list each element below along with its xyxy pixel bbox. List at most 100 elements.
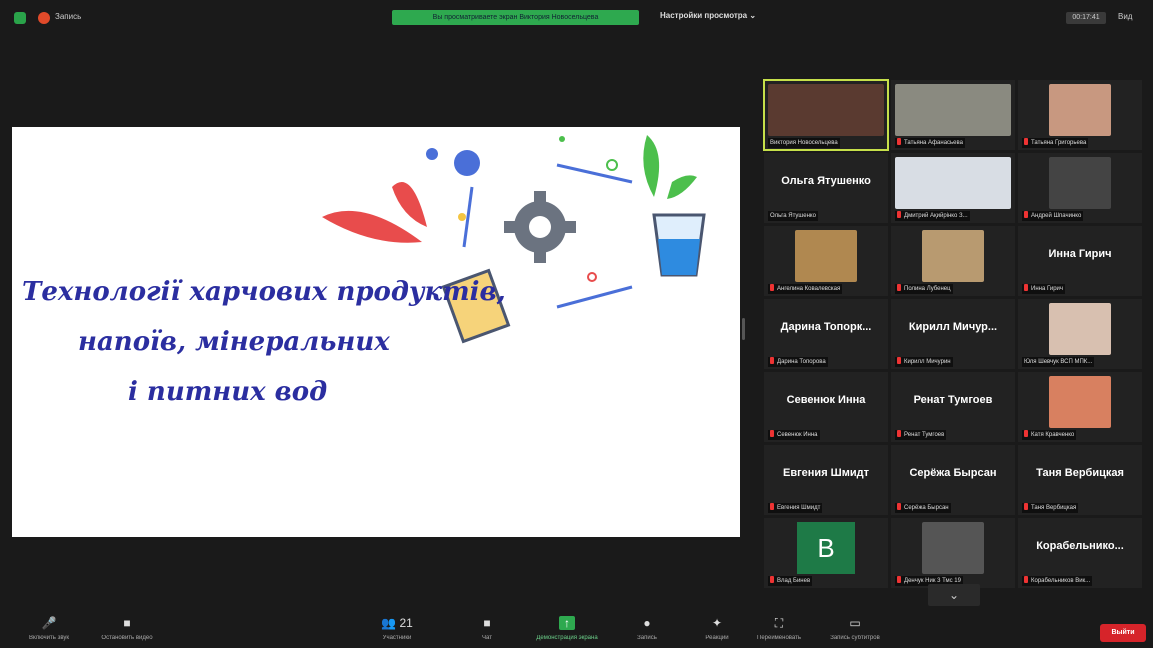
participant-name-label: Кирилл Мичурин (895, 357, 953, 367)
green-leaf-small (667, 175, 697, 199)
participant-name-text: Ольга Ятушенко (770, 213, 816, 219)
participant-tile[interactable]: Евгения Шмидт Евгения Шмидт (764, 445, 888, 515)
participant-name-label: Инна Гирич (1022, 284, 1066, 294)
participant-tile[interactable]: Севенюк Инна Севенюк Инна (764, 372, 888, 442)
security-shield-icon[interactable] (14, 12, 26, 24)
participant-display-name: Ольга Ятушенко (781, 175, 871, 187)
toolbar-button-rename[interactable]: ⛶ Переименовать (740, 616, 818, 646)
participant-tile[interactable]: Андрей Шпачинко (1018, 153, 1142, 223)
participant-name-label: Дарина Топорова (768, 357, 828, 367)
participant-video (1049, 376, 1111, 428)
participant-name-label: Дмитрий Ақийрінко З... (895, 211, 970, 221)
mic-muted-icon (1024, 503, 1028, 510)
mic-muted-icon: 🎤 (10, 616, 88, 630)
mic-muted-icon (897, 211, 901, 218)
toolbar-button-label: Включить звук (28, 635, 69, 641)
participant-tile[interactable]: Корабельнико... Корабельников Вик... (1018, 518, 1142, 588)
video-camera-icon-glyph: ■ (123, 616, 131, 630)
participant-display-name: Евгения Шмидт (782, 467, 869, 479)
participant-video (768, 84, 884, 136)
participants-icon-glyph: 👥 21 (381, 616, 413, 630)
panel-resize-handle[interactable] (742, 318, 745, 340)
gallery-scroll-down-icon[interactable]: ⌄ (928, 584, 980, 606)
participant-tile[interactable]: Полина Лубенец (891, 226, 1015, 296)
participant-tile[interactable]: Ольга Ятушенко Ольга Ятушенко (764, 153, 888, 223)
participant-tile[interactable]: Ангелина Ковалевская (764, 226, 888, 296)
participant-tile[interactable]: Дарина Топорк... Дарина Топорова (764, 299, 888, 369)
mic-muted-icon (897, 430, 901, 437)
mic-muted-icon (770, 576, 774, 583)
blue-dot-small (426, 148, 438, 160)
participant-tile[interactable]: Инна Гирич Инна Гирич (1018, 226, 1142, 296)
participant-tile[interactable]: Серёжа Бырсан Серёжа Бырсан (891, 445, 1015, 515)
record-icon-glyph: ● (643, 616, 651, 630)
mic-muted-icon (897, 357, 901, 364)
participant-name-text: Андрей Шпачинко (1031, 213, 1082, 219)
participant-video (1049, 157, 1111, 209)
toolbar-button-chat[interactable]: ■ Чат (448, 616, 526, 646)
slide-title-line2: напоїв, мінеральних (78, 327, 390, 357)
toolbar-button-share-screen[interactable]: ↑ Демонстрация экрана (528, 616, 606, 646)
toolbar-button-participants[interactable]: 👥 21 Участники (358, 616, 436, 646)
participant-tile[interactable]: Таня Вербицкая Таня Вербицкая (1018, 445, 1142, 515)
participant-name-text: Кирилл Мичурин (904, 359, 951, 365)
participant-name-text: Серёжа Бырсан (904, 505, 949, 511)
participant-name-label: Ангелина Ковалевская (768, 284, 843, 294)
toolbar-button-whiteboard[interactable]: ▭ Запись субтитров (816, 616, 894, 646)
recording-icon (38, 12, 50, 24)
participant-name-label: Корабельников Вик... (1022, 576, 1093, 586)
view-options-menu[interactable]: Настройки просмотра ⌄ (660, 11, 756, 20)
participant-display-name: Таня Вербицкая (1036, 467, 1124, 479)
mic-muted-icon (897, 503, 901, 510)
participant-avatar: B (797, 522, 855, 574)
video-camera-icon: ■ (88, 616, 166, 630)
blue-balloon (454, 150, 480, 176)
participant-tile[interactable]: Дмитрий Ақийрінко З... (891, 153, 1015, 223)
participant-tile[interactable]: Катя Кравченко (1018, 372, 1142, 442)
participant-display-name: Серёжа Бырсан (909, 467, 997, 479)
whiteboard-icon: ▭ (816, 616, 894, 630)
slide-title-line1: Технології харчових продуктів, (22, 277, 506, 307)
participant-video (1049, 84, 1111, 136)
top-bar: Запись Вы просматриваете экран Виктория … (0, 0, 1153, 36)
participant-video (795, 230, 857, 282)
participant-tile[interactable]: Ренат Тумгоев Ренат Тумгоев (891, 372, 1015, 442)
participant-name-label: Татьяна Афанасьева (895, 138, 965, 148)
participant-tile[interactable]: Татьяна Афанасьева (891, 80, 1015, 150)
participant-tile[interactable]: B Влад Бинев (764, 518, 888, 588)
participants-icon: 👥 21 (358, 616, 436, 630)
participant-tile[interactable]: Кирилл Мичур... Кирилл Мичурин (891, 299, 1015, 369)
participant-tile[interactable]: Татьяна Григорьева (1018, 80, 1142, 150)
leave-meeting-button[interactable]: Выйти (1100, 624, 1146, 642)
mic-muted-icon (1024, 211, 1028, 218)
participant-display-name: Инна Гирич (1048, 248, 1112, 260)
mic-muted-icon (770, 430, 774, 437)
participant-name-text: Дмитрий Ақийрінко З... (904, 213, 968, 219)
mic-muted-icon (1024, 138, 1028, 145)
participant-tile[interactable]: Виктория Новосельцева (763, 79, 889, 151)
toolbar-button-label: Демонстрация экрана (536, 635, 598, 641)
participant-name-text: Юля Шевчук ВСП МПК... (1024, 359, 1093, 365)
participant-video (895, 84, 1011, 136)
view-button[interactable]: Вид (1118, 12, 1132, 21)
green-ring (606, 159, 618, 171)
toolbar-button-label: Чат (482, 635, 492, 641)
toolbar-button-video-camera[interactable]: ■ Остановить видео (88, 616, 166, 646)
participant-name-text: Влад Бинев (777, 578, 811, 584)
participant-display-name: Корабельнико... (1036, 540, 1124, 552)
mic-muted-icon (1024, 284, 1028, 291)
toolbar-button-record[interactable]: ● Запись (608, 616, 686, 646)
meeting-toolbar: 🎤 Включить звук ■ Остановить видео 👥 21 Участ… (0, 612, 1153, 648)
participant-tile[interactable]: Юля Шевчук ВСП МПК... (1018, 299, 1142, 369)
gear-icon (504, 191, 576, 263)
toolbar-button-label: Запись субтитров (830, 635, 880, 641)
participant-display-name: Севенюк Инна (786, 394, 866, 406)
record-icon: ● (608, 616, 686, 630)
participant-name-text: Корабельников Вик... (1031, 578, 1091, 584)
participant-name-text: Татьяна Афанасьева (904, 140, 963, 146)
toolbar-button-mic-muted[interactable]: 🎤 Включить звук (10, 616, 88, 646)
participant-tile[interactable]: Денчук Ник 3 Тмс 19 (891, 518, 1015, 588)
mic-muted-icon (770, 284, 774, 291)
share-screen-icon: ↑ (528, 616, 606, 630)
blue-line-decor (556, 163, 633, 184)
